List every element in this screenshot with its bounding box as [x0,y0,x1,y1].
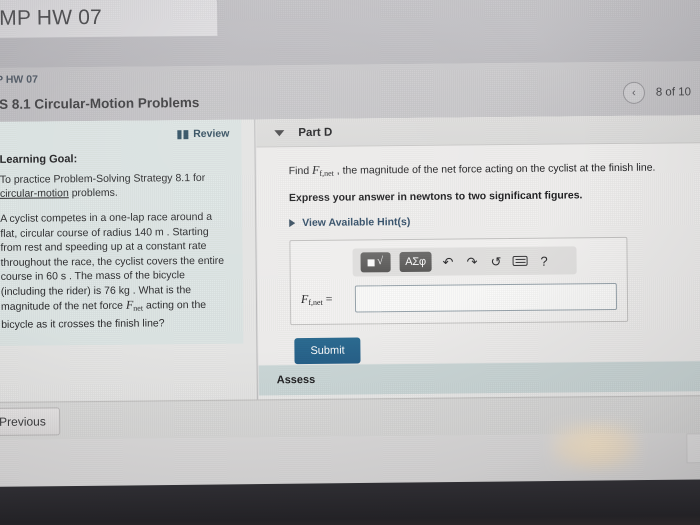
page-title: PSS 8.1 Circular-Motion Problems [0,94,200,113]
problem-text-1: A cyclist competes in a one-lap race aro… [0,210,225,313]
template-square-icon [368,258,376,266]
help-icon[interactable]: ? [537,253,552,269]
part-title: Part D [298,126,333,139]
learning-goal-heading: Learning Goal: [0,153,78,166]
answer-box: √ ΑΣφ ↶ ↷ ↺ ? Ff,net = [289,236,629,326]
content-area: Review Learning Goal: To practice Proble… [0,115,700,496]
learning-goal-text: To practice Problem-Solving Strategy 8.1… [0,171,230,201]
reset-icon[interactable]: ↺ [489,253,504,269]
undo-glyph: ↶ [442,254,454,270]
question-post: , the magnitude of the net force acting … [333,161,656,177]
question-force-symbol: F [311,162,320,177]
assess-label: Assess [276,373,316,387]
problem-statement: A cyclist competes in a one-lap race aro… [0,210,231,332]
laptop-bezel [0,479,700,525]
screen-photo: MP HW 07 ‹MP HW 07 PSS 8.1 Circular-Moti… [0,0,700,525]
chevron-right-icon [289,219,296,228]
pagination-count: 8 of 10 [655,86,692,99]
goal-text-post: problems. [68,186,118,200]
previous-button[interactable]: Previous [0,407,60,437]
greek-symbols-label: ΑΣφ [405,255,426,269]
answer-instruction: Express your answer in newtons to two si… [288,189,583,205]
greek-symbols-icon[interactable]: ΑΣφ [399,251,432,273]
redo-icon[interactable]: ↷ [465,253,480,269]
goal-text-link[interactable]: circular-motion [0,187,69,200]
submit-button[interactable]: Submit [294,337,361,365]
footer-chip [686,433,700,464]
undo-icon[interactable]: ↶ [441,254,456,270]
help-glyph: ? [540,253,548,269]
math-template-icon[interactable]: √ [360,252,391,273]
learning-goal-card: Review Learning Goal: To practice Proble… [0,119,244,347]
breadcrumb-label: MP HW 07 [0,73,38,87]
browser-tab-title: MP HW 07 [0,5,103,30]
page-header: ‹MP HW 07 PSS 8.1 Circular-Motion Proble… [0,61,700,122]
force-subscript: net [133,303,144,313]
question-pre: Find [288,164,313,178]
answer-input[interactable] [354,282,618,313]
view-hints-label: View Available Hint(s) [302,215,411,230]
keyboard-glyph [512,255,528,266]
chevron-down-icon[interactable] [274,129,285,136]
goal-text-pre: To practice Problem-Solving Strategy 8.1… [0,171,206,186]
part-header[interactable]: Part D [256,115,700,148]
pagination: ‹ 8 of 10 [622,81,692,104]
browser-tab[interactable]: MP HW 07 [0,0,219,39]
part-body: Find Ff,net , the magnitude of the net f… [256,143,700,365]
square-root-icon: √ [376,254,384,267]
chevron-left-icon: ‹ [631,86,636,99]
answer-label: Ff,net = [301,292,347,307]
review-label: Review [193,127,230,141]
redo-glyph: ↷ [466,253,478,269]
book-icon [177,129,189,139]
question-text: Find Ff,net , the magnitude of the net f… [289,159,696,181]
answer-row: Ff,net = [301,282,618,313]
reset-glyph: ↺ [490,253,502,269]
laptop-screen: MP HW 07 ‹MP HW 07 PSS 8.1 Circular-Moti… [0,0,700,496]
answer-equals: = [325,291,333,306]
question-force-subscript: f,net [319,168,334,178]
review-button[interactable]: Review [0,128,229,142]
keyboard-icon[interactable] [512,255,528,266]
assess-section[interactable]: Assess [258,361,700,396]
breadcrumb[interactable]: ‹MP HW 07 [0,74,38,87]
browser-chrome: MP HW 07 [0,0,700,68]
math-toolbar: √ ΑΣφ ↶ ↷ ↺ ? [352,246,577,277]
view-hints-link[interactable]: View Available Hint(s) [289,213,696,229]
pagination-back-button[interactable]: ‹ [622,81,645,104]
answer-force-subscript: f,net [308,297,323,307]
